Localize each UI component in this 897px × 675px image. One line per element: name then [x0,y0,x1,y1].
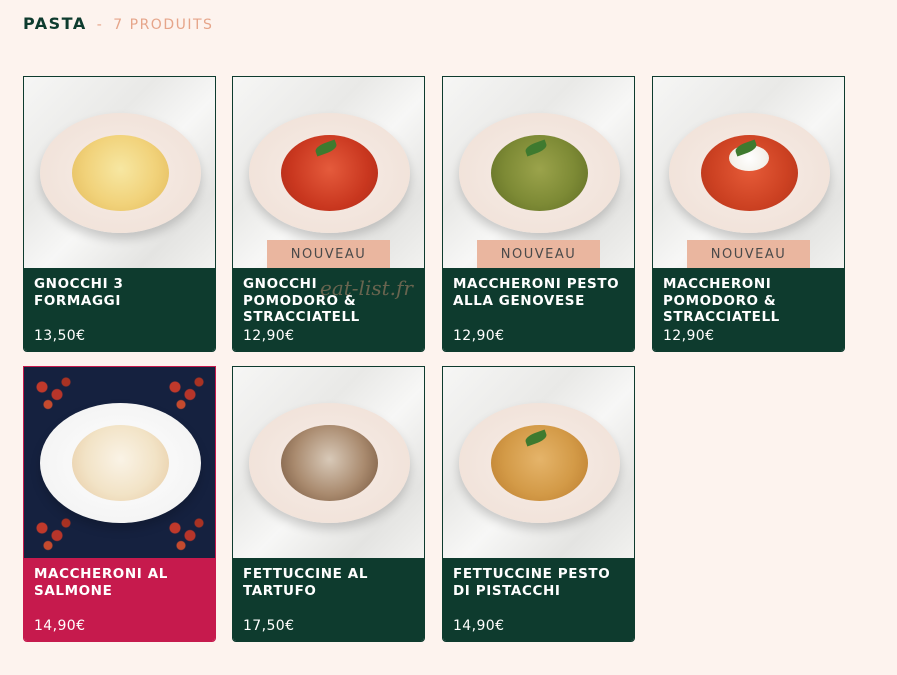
product-card-gnocchi-3-formaggi[interactable]: GNOCCHI 3 FORMAGGI 13,50€ [23,76,216,352]
product-image[interactable] [233,367,424,558]
product-price: 12,90€ [243,328,295,344]
berry-decoration [24,367,84,417]
product-image[interactable] [443,367,634,558]
new-badge: NOUVEAU [477,240,600,268]
berry-decoration [24,508,84,558]
product-card-maccheroni-salmone[interactable]: MACCHERONI AL SALMONE 14,90€ [23,366,216,642]
category-title: PASTA [23,14,87,33]
product-name[interactable]: FETTUCCINE PESTO DI PISTACCHI [453,566,624,599]
product-image[interactable] [24,77,215,268]
new-badge: NOUVEAU [687,240,810,268]
product-image[interactable]: NOUVEAU [653,77,844,268]
product-card-maccheroni-pomodoro[interactable]: NOUVEAU MACCHERONI POMODORO & STRACCIATE… [652,76,845,352]
product-card-fettuccine-tartufo[interactable]: FETTUCCINE AL TARTUFO 17,50€ [232,366,425,642]
category-header: PASTA - 7 PRODUITS [23,14,213,33]
product-info: MACCHERONI POMODORO & STRACCIATELL 12,90… [653,268,844,351]
product-price: 12,90€ [663,328,715,344]
product-image[interactable]: NOUVEAU [233,77,424,268]
category-separator: - [96,17,104,33]
product-name[interactable]: GNOCCHI POMODORO & STRACCIATELL [243,276,414,326]
product-price: 17,50€ [243,618,295,634]
product-info: MACCHERONI PESTO ALLA GENOVESE 12,90€ [443,268,634,351]
product-name[interactable]: GNOCCHI 3 FORMAGGI [34,276,205,309]
product-name[interactable]: MACCHERONI PESTO ALLA GENOVESE [453,276,624,309]
product-count: 7 PRODUITS [113,17,214,33]
product-card-fettuccine-pistacchi[interactable]: FETTUCCINE PESTO DI PISTACCHI 14,90€ [442,366,635,642]
product-price: 13,50€ [34,328,86,344]
product-info: MACCHERONI AL SALMONE 14,90€ [24,558,215,641]
berry-decoration [157,508,215,558]
dish-graphic [72,425,169,501]
product-image[interactable]: NOUVEAU [443,77,634,268]
product-name[interactable]: FETTUCCINE AL TARTUFO [243,566,414,599]
berry-decoration [157,367,215,417]
dish-graphic [72,135,169,211]
product-info: GNOCCHI 3 FORMAGGI 13,50€ [24,268,215,351]
product-info: FETTUCCINE AL TARTUFO 17,50€ [233,558,424,641]
new-badge: NOUVEAU [267,240,390,268]
product-name[interactable]: MACCHERONI AL SALMONE [34,566,205,599]
product-info: FETTUCCINE PESTO DI PISTACCHI 14,90€ [443,558,634,641]
product-image[interactable] [24,367,215,558]
product-price: 14,90€ [453,618,505,634]
product-price: 12,90€ [453,328,505,344]
dish-graphic [281,425,378,501]
product-card-gnocchi-pomodoro[interactable]: NOUVEAU GNOCCHI POMODORO & STRACCIATELL … [232,76,425,352]
product-info: GNOCCHI POMODORO & STRACCIATELL 12,90€ [233,268,424,351]
product-price: 14,90€ [34,618,86,634]
product-name[interactable]: MACCHERONI POMODORO & STRACCIATELL [663,276,834,326]
product-card-maccheroni-pesto[interactable]: NOUVEAU MACCHERONI PESTO ALLA GENOVESE 1… [442,76,635,352]
